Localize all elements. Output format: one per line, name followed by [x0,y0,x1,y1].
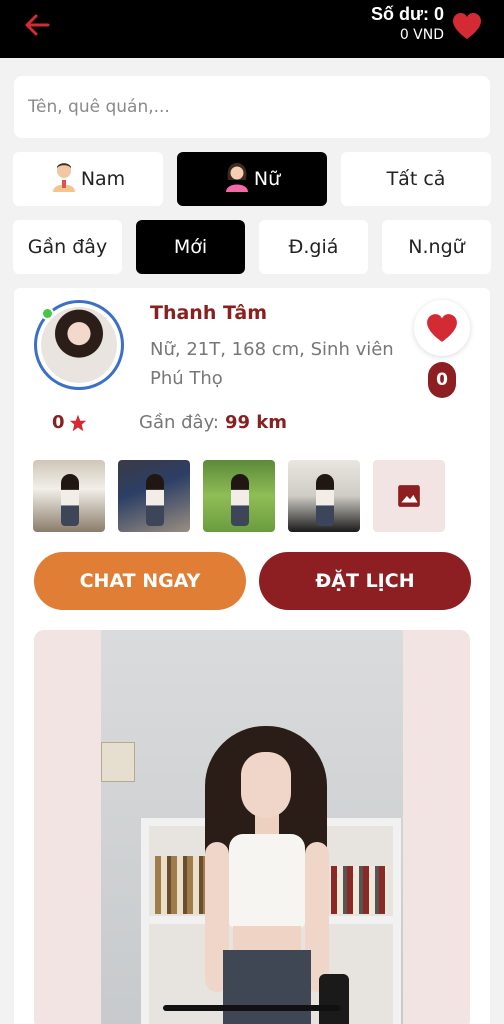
person-jeans [223,950,311,1024]
home-indicator [163,1005,341,1011]
sort-language-label: N.ngữ [408,236,465,258]
person-bag [319,974,349,1024]
sort-language[interactable]: N.ngữ [382,220,491,274]
distance-label: Gần đây: [139,412,219,433]
balance-amount: 0 VND [399,27,444,43]
filter-female-label: Nữ [253,168,281,190]
sort-rating-label: Đ.giá [288,236,339,258]
photo-thumbnail[interactable] [203,460,275,532]
wall-sign [101,742,135,782]
sort-filter-row: Gần đây Mới Đ.giá N.ngữ [13,220,491,274]
profile-meta: Nữ, 21T, 168 cm, Sinh viên Phú Thọ [150,336,394,394]
heart-icon [427,314,457,342]
photo-thumbnail[interactable] [118,460,190,532]
balance-label: Số dư: 0 [370,4,444,24]
balance-display: Số dư: 0 0 VND [371,4,444,43]
photo-thumbnail[interactable] [288,460,360,532]
person-face [241,752,291,818]
search-input[interactable] [14,76,490,138]
filter-female[interactable]: Nữ [177,152,327,206]
star-icon [69,414,86,431]
distance-value: 99 km [224,412,288,433]
profile-details: Nữ, 21T, 168 cm, Sinh viên [150,339,394,360]
main-photo[interactable] [101,630,403,1024]
book-button[interactable]: ĐẶT LỊCH [259,552,471,610]
sort-new-label: Mới [173,236,208,258]
more-photos-button[interactable] [373,460,445,532]
chat-now-button[interactable]: CHAT NGAY [34,552,246,610]
male-avatar-icon [51,162,77,197]
profile-hometown: Phú Thọ [150,367,223,389]
filter-all-label: Tất cả [386,168,446,190]
rating: 0 [52,412,87,433]
distance: Gần đây: 99 km [139,412,287,433]
gender-filter-row: Nam Nữ Tất cả [13,152,491,206]
female-avatar-icon [224,162,250,197]
like-button[interactable] [414,300,470,356]
favorites-heart-icon[interactable] [452,12,482,40]
filter-male[interactable]: Nam [13,152,163,206]
filter-male-label: Nam [80,168,126,190]
sort-rating[interactable]: Đ.giá [259,220,368,274]
profile-card[interactable]: Thanh Tâm Nữ, 21T, 168 cm, Sinh viên Phú… [14,288,490,1024]
back-arrow-icon[interactable] [22,12,52,38]
person-top [229,834,305,928]
photo-thumbnails [33,460,473,532]
sort-recent-label: Gần đây [27,236,108,258]
image-gallery-icon [398,485,420,507]
photo-thumbnail[interactable] [33,460,105,532]
avatar-image [41,307,117,383]
like-count-badge: 0 [428,362,456,398]
sort-new[interactable]: Mới [136,220,245,274]
rating-value: 0 [52,412,65,433]
person-belly [233,926,301,952]
online-status-dot [41,307,54,320]
profile-name[interactable]: Thanh Tâm [150,302,267,324]
top-bar: Số dư: 0 0 VND [0,0,504,58]
filter-all[interactable]: Tất cả [341,152,491,206]
sort-recent[interactable]: Gần đây [13,220,122,274]
main-photo-container [34,630,470,1024]
